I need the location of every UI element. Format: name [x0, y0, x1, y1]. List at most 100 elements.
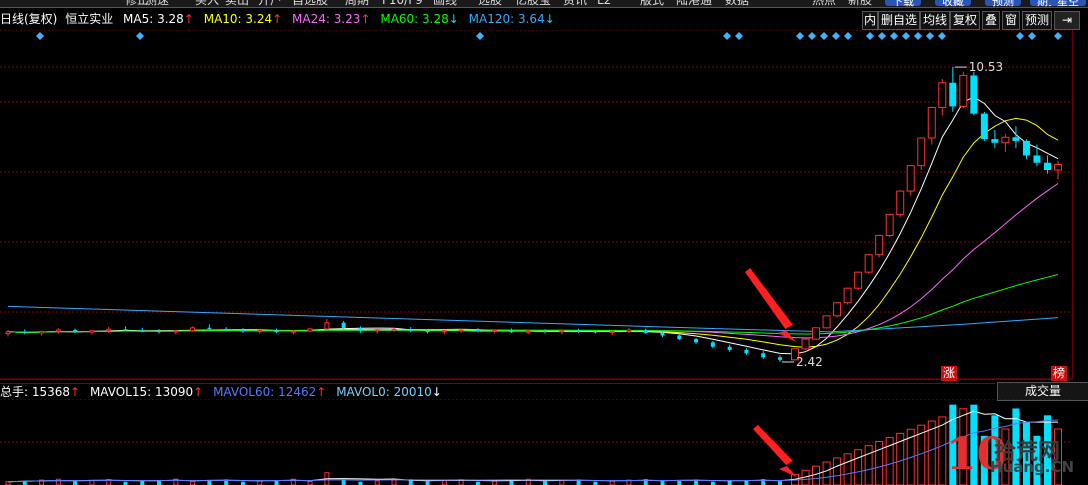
volume-bar: [727, 480, 732, 485]
kline-chart[interactable]: 10.53 2.42: [0, 30, 1072, 380]
candle-body: [991, 139, 999, 143]
candle-body: [843, 287, 852, 304]
ma120-value: MA120: 3.64↓: [468, 12, 555, 26]
candle-body: [761, 353, 766, 358]
toolbar-item[interactable]: 自选股: [292, 0, 328, 7]
toolbar-item[interactable]: 资讯: [563, 0, 587, 7]
event-marker-icon: [878, 32, 886, 40]
candle-body: [822, 315, 831, 329]
ma-button[interactable]: 均线: [920, 11, 950, 30]
toolbar-right-button[interactable]: 收藏: [935, 0, 971, 7]
event-marker-icon: [808, 32, 816, 40]
volume-bar: [812, 465, 821, 485]
overlay-button[interactable]: 叠: [982, 11, 1000, 30]
toolbar-item[interactable]: 测速: [145, 0, 169, 7]
toolbar-item[interactable]: 开户: [258, 0, 282, 7]
event-marker-icon: [890, 32, 898, 40]
toolbar-item[interactable]: 选股: [478, 0, 502, 7]
candle-body: [626, 329, 632, 332]
volume-bar: [89, 479, 95, 485]
volume-bar: [833, 457, 842, 485]
adjust-button[interactable]: 复权: [950, 11, 980, 30]
limit-up-badge: 涨: [941, 366, 957, 381]
candle-body: [509, 330, 514, 333]
window-button[interactable]: 窗: [1002, 11, 1020, 30]
event-marker-icon: [926, 32, 934, 40]
ma5-value: MA5: 3.28↑: [123, 12, 194, 26]
volume-bar: [207, 480, 212, 485]
volume-bar: [938, 416, 947, 485]
toolbar-item[interactable]: 卖出: [225, 0, 249, 7]
candle-body: [727, 346, 732, 350]
candle-body: [89, 330, 95, 333]
arrow-up-icon: ↑: [193, 385, 204, 399]
volume-bar: [854, 449, 863, 485]
candle-body: [543, 331, 548, 333]
annotation-arrow-icon: [753, 425, 797, 477]
toolbar-right-button[interactable]: 下载: [885, 0, 921, 7]
candle-body: [441, 330, 447, 333]
candle-body: [980, 113, 988, 140]
event-marker-icon: [796, 32, 804, 40]
toolbar-item[interactable]: 热点: [812, 0, 836, 7]
watermark-domain: Huang.CN: [990, 458, 1075, 476]
toolbar-right-button[interactable]: 星空: [1050, 0, 1086, 7]
volume-chart[interactable]: [0, 399, 1072, 485]
toolbar-item[interactable]: 画线: [433, 0, 457, 7]
candle-body: [22, 331, 27, 333]
candle-body: [694, 339, 699, 343]
ma120-line: [7, 305, 1059, 333]
candle-body: [1012, 137, 1020, 141]
candle-body: [408, 329, 413, 332]
toolbar-item[interactable]: 新股: [848, 0, 872, 7]
collapse-right-icon[interactable]: ⇥: [1054, 11, 1080, 30]
volume-bar: [307, 480, 313, 485]
period-label[interactable]: 日线(复权): [0, 12, 57, 26]
arrow-down-icon: ↓: [448, 12, 459, 26]
volume-bar: [492, 480, 498, 485]
watermark: 10 拾荒网 Huang.CN: [946, 430, 1076, 480]
event-marker-icon: [866, 32, 874, 40]
arrow-up-icon: ↑: [272, 12, 283, 26]
toolbar-item[interactable]: 买入: [195, 0, 219, 7]
toolbar-item[interactable]: F10/F9: [382, 0, 423, 7]
candle-body: [949, 82, 957, 107]
volume-bar: [660, 481, 665, 485]
toolbar-item[interactable]: 亿股宝: [515, 0, 551, 7]
toolbar-item[interactable]: 周期: [345, 0, 369, 7]
candle-body: [1022, 140, 1030, 156]
volume-bar: [543, 481, 548, 485]
volume-bar: [677, 480, 682, 485]
candle-body: [576, 330, 581, 332]
candle-body: [123, 329, 128, 331]
volume-bar: [391, 479, 397, 485]
remove-watchlist-button[interactable]: 删自选: [878, 11, 920, 30]
candle-body: [425, 331, 430, 333]
low-label: 2.42: [796, 355, 823, 369]
volume-bar: [441, 479, 447, 485]
event-marker-icon: [902, 32, 910, 40]
event-marker-icon: [914, 32, 922, 40]
right-scroll[interactable]: [1072, 30, 1088, 380]
top-toolbar: 修正 测速 买入 卖出 开户 自选股 周期 F10/F9 画线 选股 亿股宝 资讯 L2 版式 陆港通 数据热…: [0, 0, 1088, 8]
volume-bar: [778, 481, 782, 485]
arrow-down-icon: ↓: [431, 385, 442, 399]
volume-bar: [822, 461, 831, 485]
candle-body: [609, 330, 615, 333]
toolbar-item[interactable]: 数据: [725, 0, 749, 7]
toolbar-item[interactable]: L2: [597, 0, 611, 7]
toolbar-right-button[interactable]: 预测: [985, 0, 1021, 7]
toolbar-item[interactable]: 版式: [640, 0, 664, 7]
candle-body: [801, 338, 810, 350]
inner-button[interactable]: 内: [862, 11, 878, 30]
volume-bar: [864, 445, 873, 485]
candle-body: [274, 330, 279, 333]
forecast-button[interactable]: 预测: [1022, 11, 1052, 30]
candle-body: [1043, 162, 1051, 170]
toolbar-item[interactable]: 陆港通: [676, 0, 712, 7]
candle-body: [475, 330, 480, 332]
candle-body: [240, 330, 245, 332]
candle-body: [744, 350, 749, 354]
candle-body: [307, 328, 313, 332]
candle-body: [358, 328, 363, 331]
